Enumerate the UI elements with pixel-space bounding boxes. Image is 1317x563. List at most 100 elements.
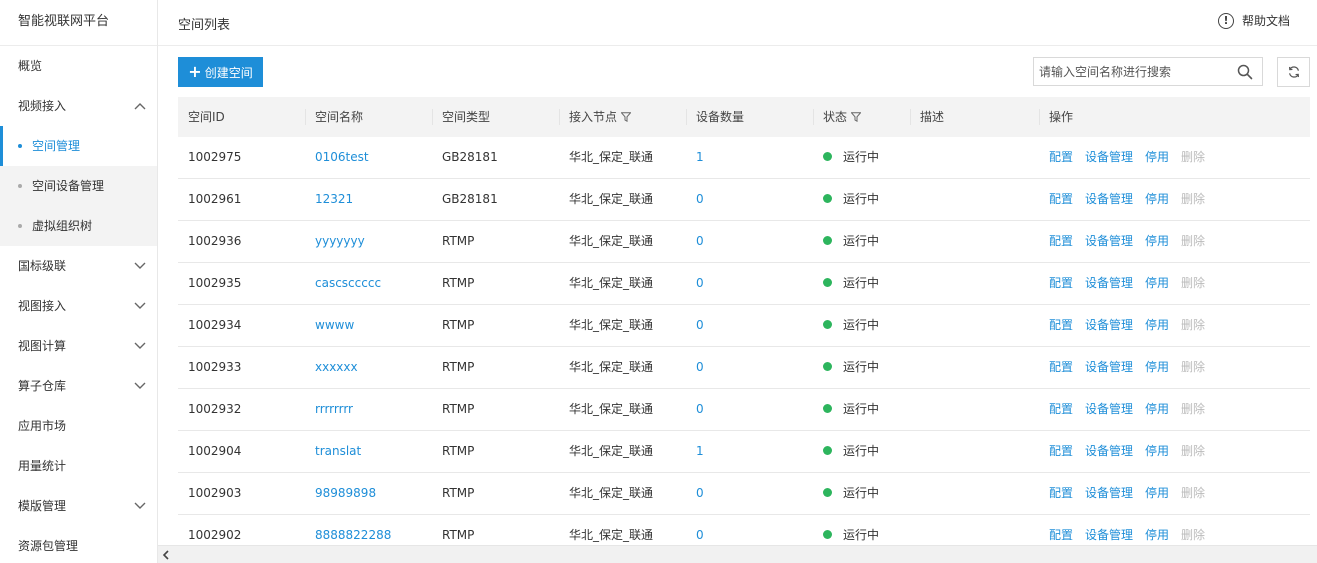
device-manage-link[interactable]: 设备管理 [1085, 318, 1133, 332]
device-manage-link[interactable]: 设备管理 [1085, 486, 1133, 500]
cell-name[interactable]: 12321 [305, 179, 353, 220]
stop-link[interactable]: 停用 [1145, 192, 1169, 206]
stop-link[interactable]: 停用 [1145, 234, 1169, 248]
config-link[interactable]: 配置 [1049, 402, 1073, 416]
cell-type-text: RTMP [442, 276, 475, 290]
sidebar-subitem-1[interactable]: 空间设备管理 [0, 166, 157, 206]
filter-icon[interactable] [620, 98, 632, 123]
cell-count-text[interactable]: 0 [696, 402, 704, 416]
sidebar-item-3[interactable]: 视图接入 [0, 286, 157, 326]
device-manage-link[interactable]: 设备管理 [1085, 402, 1133, 416]
config-link[interactable]: 配置 [1049, 360, 1073, 374]
sidebar-item-6[interactable]: 应用市场 [0, 406, 157, 446]
refresh-button[interactable] [1277, 57, 1310, 87]
scroll-left-icon[interactable] [162, 550, 170, 560]
sidebar-subitem-2[interactable]: 虚拟组织树 [0, 206, 157, 246]
device-manage-link[interactable]: 设备管理 [1085, 234, 1133, 248]
cell-count-text[interactable]: 0 [696, 360, 704, 374]
cell-count[interactable]: 0 [686, 473, 704, 514]
sidebar-item-0[interactable]: 概览 [0, 46, 157, 86]
sidebar-subitem-0[interactable]: 空间管理 [0, 126, 157, 166]
cell-count[interactable]: 1 [686, 431, 704, 472]
search-icon[interactable] [1237, 64, 1253, 80]
cell-count-text[interactable]: 0 [696, 276, 704, 290]
column-header-5[interactable]: 状态 [813, 97, 862, 137]
cell-name[interactable]: yyyyyyy [305, 221, 365, 262]
cell-name-text[interactable]: 98989898 [315, 486, 376, 500]
config-link[interactable]: 配置 [1049, 444, 1073, 458]
stop-link[interactable]: 停用 [1145, 402, 1169, 416]
cell-name-text[interactable]: rrrrrrrr [315, 402, 353, 416]
filter-icon[interactable] [850, 98, 862, 123]
device-manage-link[interactable]: 设备管理 [1085, 150, 1133, 164]
cell-name-text[interactable]: 12321 [315, 192, 353, 206]
stop-link[interactable]: 停用 [1145, 150, 1169, 164]
config-link[interactable]: 配置 [1049, 150, 1073, 164]
sidebar-item-8[interactable]: 模版管理 [0, 486, 157, 526]
column-header-3[interactable]: 接入节点 [559, 97, 632, 137]
sidebar-item-4[interactable]: 视图计算 [0, 326, 157, 366]
cell-name-text[interactable]: 8888822288 [315, 528, 391, 542]
cell-name-text[interactable]: yyyyyyy [315, 234, 365, 248]
cell-name[interactable]: cascsccccc [305, 263, 381, 304]
horizontal-scrollbar[interactable] [158, 545, 1317, 563]
stop-link[interactable]: 停用 [1145, 486, 1169, 500]
stop-link[interactable]: 停用 [1145, 276, 1169, 290]
sidebar-item-5[interactable]: 算子仓库 [0, 366, 157, 406]
cell-count[interactable]: 0 [686, 263, 704, 304]
cell-node: 华北_保定_联通 [559, 389, 653, 430]
cell-count-text[interactable]: 1 [696, 444, 704, 458]
cell-name[interactable]: 0106test [305, 137, 369, 178]
cell-name-text[interactable]: translat [315, 444, 361, 458]
help-docs-link[interactable]: ! 帮助文档 [1217, 12, 1290, 29]
cell-name[interactable]: xxxxxx [305, 347, 358, 388]
config-link[interactable]: 配置 [1049, 234, 1073, 248]
cell-desc [910, 263, 920, 304]
device-manage-link[interactable]: 设备管理 [1085, 192, 1133, 206]
cell-count-text[interactable]: 0 [696, 486, 704, 500]
stop-link[interactable]: 停用 [1145, 318, 1169, 332]
sidebar-item-2[interactable]: 国标级联 [0, 246, 157, 286]
cell-name-text[interactable]: 0106test [315, 150, 369, 164]
cell-name-text[interactable]: wwww [315, 318, 354, 332]
config-link[interactable]: 配置 [1049, 318, 1073, 332]
config-link[interactable]: 配置 [1049, 486, 1073, 500]
cell-name[interactable]: 98989898 [305, 473, 376, 514]
search-input[interactable] [1034, 58, 1224, 85]
cell-count[interactable]: 0 [686, 347, 704, 388]
config-link[interactable]: 配置 [1049, 276, 1073, 290]
create-space-button[interactable]: + 创建空间 [178, 57, 263, 87]
cell-name[interactable]: wwww [305, 305, 354, 346]
cell-count-text[interactable]: 0 [696, 192, 704, 206]
cell-desc [910, 137, 920, 178]
device-manage-link[interactable]: 设备管理 [1085, 528, 1133, 542]
sidebar-item-1[interactable]: 视频接入 [0, 86, 157, 126]
stop-link[interactable]: 停用 [1145, 528, 1169, 542]
cell-count-text[interactable]: 0 [696, 528, 704, 542]
cell-count-text[interactable]: 1 [696, 150, 704, 164]
cell-count[interactable]: 1 [686, 137, 704, 178]
sidebar-item-9[interactable]: 资源包管理 [0, 526, 157, 563]
cell-count-text[interactable]: 0 [696, 234, 704, 248]
stop-link[interactable]: 停用 [1145, 360, 1169, 374]
cell-name[interactable]: translat [305, 431, 361, 472]
device-manage-link[interactable]: 设备管理 [1085, 444, 1133, 458]
cell-count[interactable]: 0 [686, 305, 704, 346]
cell-count[interactable]: 0 [686, 179, 704, 220]
cell-name-text[interactable]: cascsccccc [315, 276, 381, 290]
config-link[interactable]: 配置 [1049, 528, 1073, 542]
config-link[interactable]: 配置 [1049, 192, 1073, 206]
cell-count[interactable]: 0 [686, 389, 704, 430]
delete-link: 删除 [1181, 150, 1206, 164]
sidebar-item-7[interactable]: 用量统计 [0, 446, 157, 486]
table-row: 1002904 translat RTMP 华北_保定_联通 1 运行中 配置 设备管理 停用删… [178, 431, 1310, 473]
cell-name-text[interactable]: xxxxxx [315, 360, 358, 374]
sidebar-subitem-label: 空间设备管理 [32, 179, 105, 193]
cell-count[interactable]: 0 [686, 221, 704, 262]
cell-name[interactable]: rrrrrrrr [305, 389, 353, 430]
cell-count-text[interactable]: 0 [696, 318, 704, 332]
device-manage-link[interactable]: 设备管理 [1085, 360, 1133, 374]
app-root: 智能视联网平台 概览 视频接入 空间管理 空间设备管理 虚拟组织树 国标级联 视图接入 视图计… [0, 0, 1317, 563]
stop-link[interactable]: 停用 [1145, 444, 1169, 458]
device-manage-link[interactable]: 设备管理 [1085, 276, 1133, 290]
